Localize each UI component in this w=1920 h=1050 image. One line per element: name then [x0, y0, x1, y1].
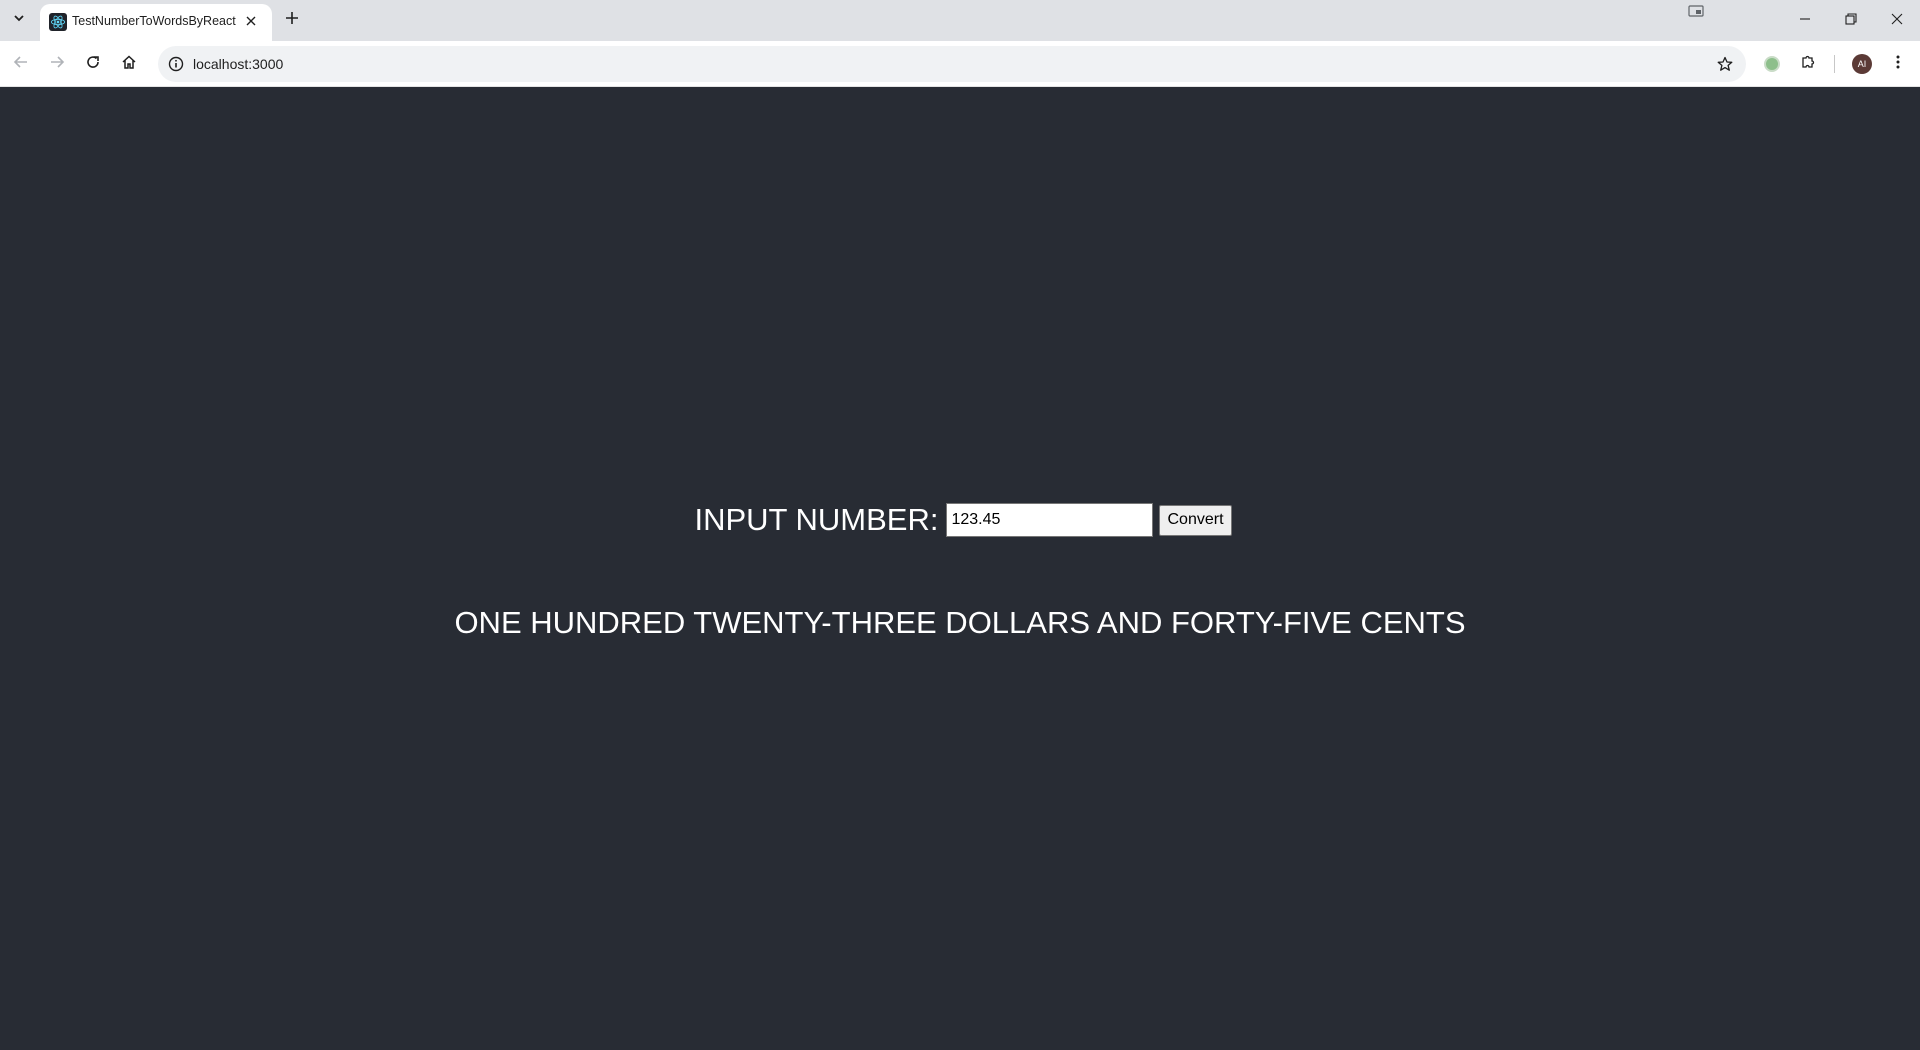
active-tab[interactable]: TestNumberToWordsByReact [40, 4, 272, 41]
tab-strip: TestNumberToWordsByReact [0, 0, 1920, 41]
avatar: AI [1852, 54, 1872, 74]
forward-button[interactable] [42, 49, 72, 79]
minimize-icon [1799, 12, 1811, 30]
address-bar[interactable]: localhost:3000 [158, 46, 1746, 82]
reload-button[interactable] [78, 49, 108, 79]
puzzle-icon [1800, 54, 1816, 75]
url-text: localhost:3000 [193, 56, 284, 72]
browser-menu-button[interactable] [1884, 50, 1912, 78]
plus-icon [285, 11, 299, 30]
minimize-button[interactable] [1782, 0, 1828, 41]
toolbar-divider [1834, 55, 1835, 73]
home-icon [121, 54, 137, 75]
extension-button[interactable] [1758, 50, 1786, 78]
profile-button[interactable]: AI [1848, 50, 1876, 78]
number-form: INPUT NUMBER: Convert [0, 502, 1920, 538]
close-icon [1891, 12, 1903, 30]
window-extra-icon [1686, 3, 1706, 19]
kebab-menu-icon [1896, 55, 1900, 74]
convert-button[interactable]: Convert [1159, 504, 1232, 536]
home-button[interactable] [114, 49, 144, 79]
browser-toolbar: localhost:3000 AI [0, 41, 1920, 87]
close-window-button[interactable] [1874, 0, 1920, 41]
tab-close-button[interactable] [241, 12, 261, 32]
page-viewport: INPUT NUMBER: Convert ONE HUNDRED TWENTY… [0, 87, 1920, 1050]
extension-status-icon [1764, 56, 1780, 72]
arrow-right-icon [49, 54, 65, 75]
react-icon [49, 13, 67, 31]
back-button[interactable] [6, 49, 36, 79]
number-input[interactable] [946, 503, 1154, 537]
tab-search-button[interactable] [6, 7, 32, 33]
tab-title: TestNumberToWordsByReact [72, 14, 236, 28]
chevron-down-icon [13, 11, 25, 29]
extensions-button[interactable] [1794, 50, 1822, 78]
new-tab-button[interactable] [280, 8, 304, 32]
star-icon[interactable] [1712, 51, 1738, 77]
reload-icon [85, 54, 101, 75]
info-icon[interactable] [166, 54, 186, 74]
close-icon [246, 13, 256, 31]
restore-button[interactable] [1828, 0, 1874, 41]
arrow-left-icon [13, 54, 29, 75]
result-text: ONE HUNDRED TWENTY-THREE DOLLARS AND FOR… [454, 605, 1466, 640]
input-number-label: INPUT NUMBER: [694, 502, 939, 537]
restore-icon [1845, 12, 1857, 30]
